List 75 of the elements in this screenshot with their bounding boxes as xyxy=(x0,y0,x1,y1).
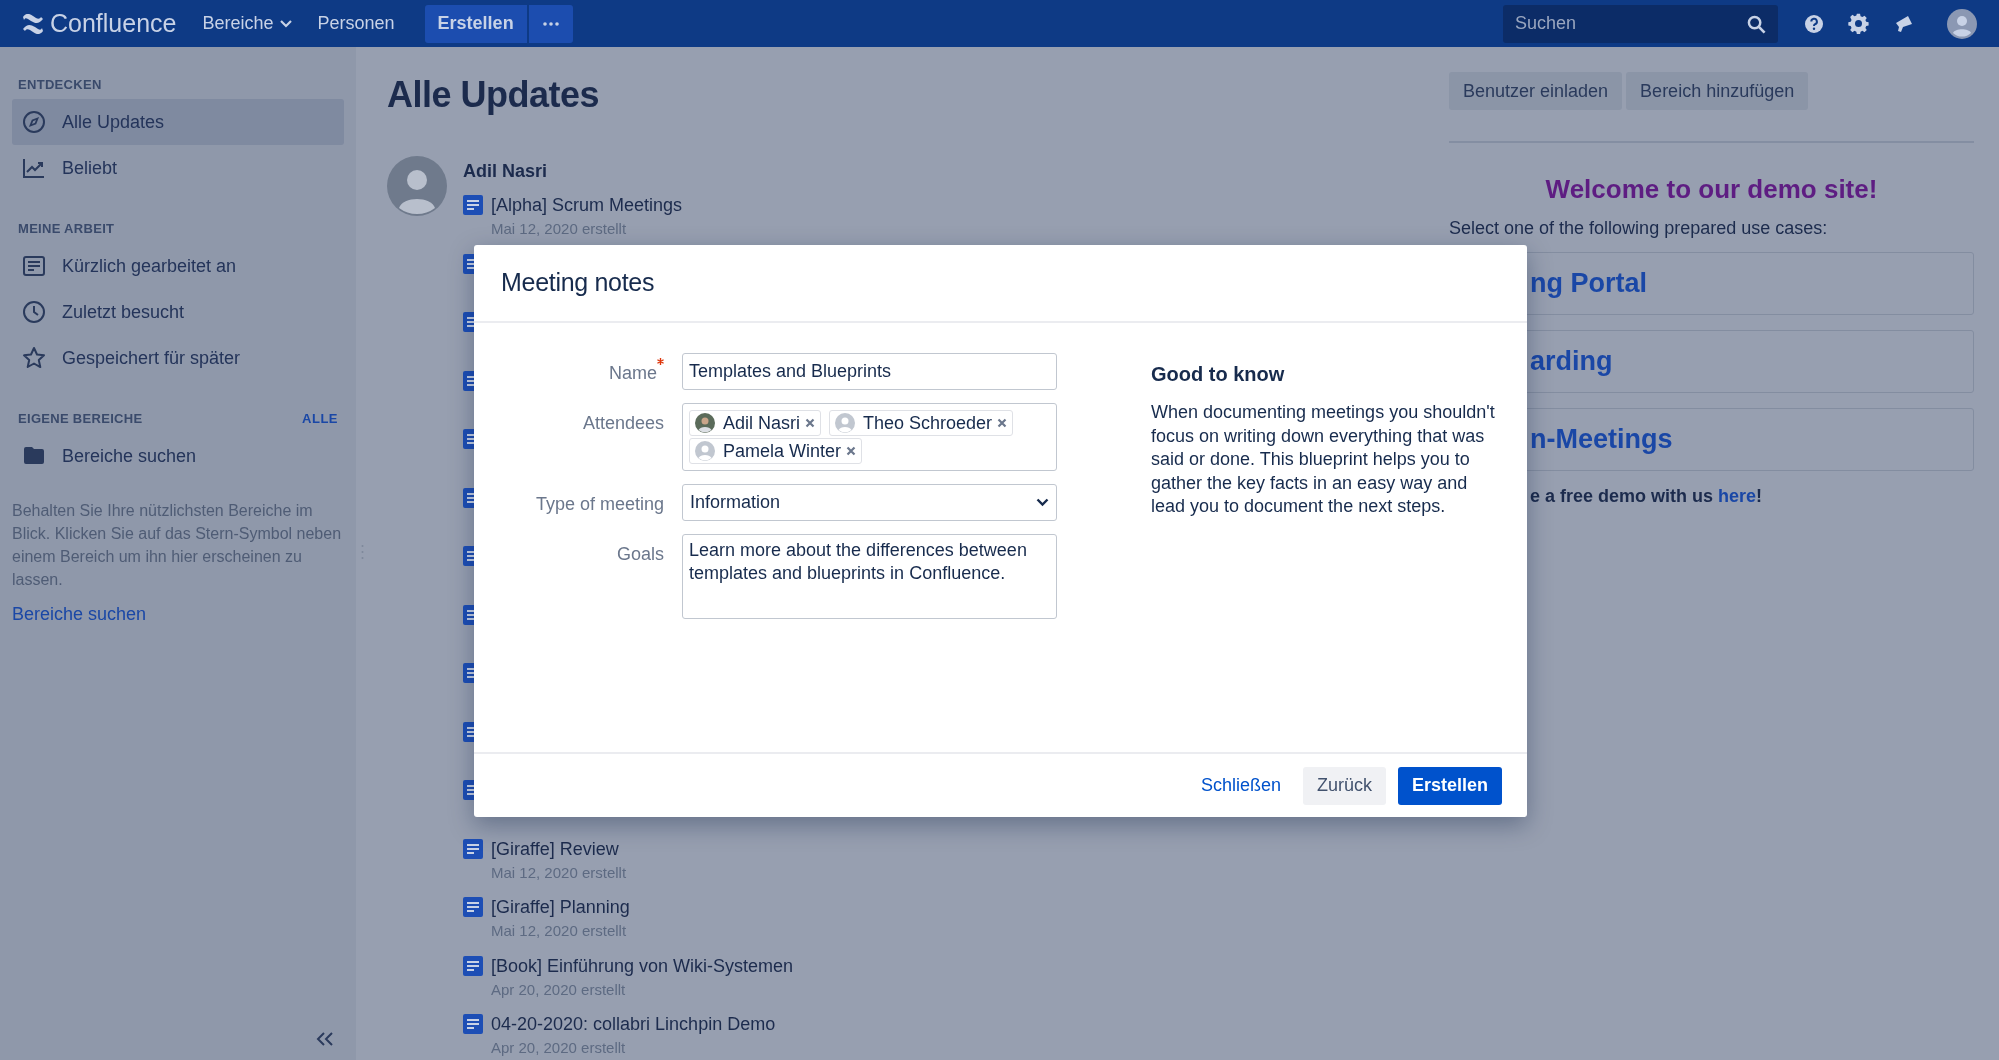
page-icon xyxy=(463,195,483,215)
back-button[interactable]: Zurück xyxy=(1302,766,1386,805)
created-date: Apr 20, 2020 erstellt xyxy=(491,979,627,1000)
sidebar-item[interactable]: Beliebt xyxy=(12,145,344,191)
remove-icon[interactable] xyxy=(997,418,1008,428)
nav-dropdown[interactable]: Bereiche xyxy=(202,10,292,37)
logo-icon[interactable] xyxy=(22,13,44,34)
page-link[interactable]: 04-20-2020: collabri Linchpin Demo xyxy=(491,1012,776,1036)
more-icon xyxy=(542,21,559,26)
sidebar-item[interactable]: Zuletzt besucht xyxy=(12,289,344,335)
field-label: Goals xyxy=(616,543,664,566)
sidebar-item[interactable]: Gespeichert für später xyxy=(12,335,344,381)
sidebar-item[interactable]: Kürzlich gearbeitet an xyxy=(12,243,344,289)
avatar-icon[interactable] xyxy=(1947,8,1977,39)
page-link[interactable]: [Book] Einführung von Wiki-Systemen xyxy=(491,953,794,978)
search-spaces-link[interactable]: Bereiche suchen xyxy=(12,601,344,628)
page-link[interactable]: [Giraffe] Planning xyxy=(491,895,630,919)
compass-icon xyxy=(22,110,46,134)
settings-icon[interactable] xyxy=(1848,13,1869,34)
logo-text[interactable]: Confluence xyxy=(50,11,177,36)
megaphone-icon[interactable] xyxy=(1893,13,1915,34)
chevron-down-icon xyxy=(1036,498,1049,507)
intro-text: Select one of the following prepared use cases: xyxy=(1449,217,1829,240)
section-heading: MEINE ARBEIT xyxy=(18,220,115,239)
sidebar-item[interactable]: Bereiche suchen xyxy=(12,433,344,479)
page-link[interactable]: [Giraffe] Review xyxy=(491,836,627,861)
more-button[interactable] xyxy=(528,4,573,43)
create-button[interactable]: Erstellen xyxy=(1397,766,1502,805)
attendee-tag[interactable]: Pamela Winter xyxy=(689,438,863,464)
created-date: Mai 12, 2020 erstellt xyxy=(491,862,627,883)
remove-icon[interactable] xyxy=(846,446,857,456)
section-heading: ENTDECKEN xyxy=(18,76,102,95)
author-name: Adil Nasri xyxy=(463,160,549,182)
nav-link[interactable]: Personen xyxy=(317,10,395,37)
page-title: Alle Updates xyxy=(387,75,601,115)
star-icon xyxy=(22,346,46,370)
name-field[interactable]: Templates and Blueprints xyxy=(682,353,1057,390)
close-link[interactable]: Schließen xyxy=(1190,766,1291,805)
dialog-title: Meeting notes xyxy=(501,267,655,299)
help-icon[interactable] xyxy=(1804,13,1824,34)
attendee-tag[interactable]: Theo Schroeder xyxy=(829,410,1014,436)
search-field[interactable]: Suchen xyxy=(1503,4,1778,43)
document-icon xyxy=(22,254,46,278)
created-date: Mai 12, 2020 erstellt xyxy=(491,921,628,941)
page-icon xyxy=(463,1014,483,1034)
info-heading: Good to know xyxy=(1151,362,1286,387)
meeting-type-select[interactable]: Information xyxy=(682,484,1057,521)
hint-text: Behalten Sie Ihre nützlichsten Bereiche im Blick. Klicken Sie auf das Stern-Symbol neben einem Bereich um ihn hier erscheinen zu lassen. xyxy=(12,501,343,590)
field-label: Attendees xyxy=(582,412,664,435)
created-date: Apr 20, 2020 erstellt xyxy=(491,1038,627,1058)
page-link[interactable]: [Alpha] Scrum Meetings xyxy=(491,193,683,217)
user-avatar xyxy=(387,156,447,216)
field-label: Type of meeting xyxy=(535,493,664,516)
attendee-tag[interactable]: Adil Nasri xyxy=(689,410,822,436)
collapse-icon[interactable] xyxy=(316,1032,334,1046)
sidebar-item[interactable]: Alle Updates xyxy=(12,99,344,145)
remove-icon[interactable] xyxy=(805,418,816,428)
clock-icon xyxy=(22,300,46,324)
page-icon xyxy=(463,838,483,859)
attendees-field[interactable]: Adil Nasri Theo Schroeder Pamela Winter xyxy=(682,403,1057,471)
field-label: Name xyxy=(609,362,657,385)
toolbar-button[interactable]: Bereich hinzufügen xyxy=(1626,72,1809,110)
all-link[interactable]: ALLE xyxy=(302,409,338,429)
here-link[interactable]: here xyxy=(1718,486,1757,506)
chevron-down-icon xyxy=(279,19,292,28)
page-icon xyxy=(463,897,483,917)
toolbar-button[interactable]: Benutzer einladen xyxy=(1449,72,1623,110)
search-icon[interactable] xyxy=(1747,14,1766,34)
create-button[interactable]: Erstellen xyxy=(424,4,527,43)
goals-field[interactable]: Learn more about the differences between templates and blueprints in Confluence. xyxy=(682,534,1057,619)
chart-icon xyxy=(22,156,46,180)
section-heading: EIGENE BEREICHE xyxy=(18,410,143,429)
welcome-heading: Welcome to our demo site! xyxy=(1544,173,1879,205)
page-icon xyxy=(463,955,483,976)
created-date: Mai 12, 2020 erstellt xyxy=(491,219,628,239)
